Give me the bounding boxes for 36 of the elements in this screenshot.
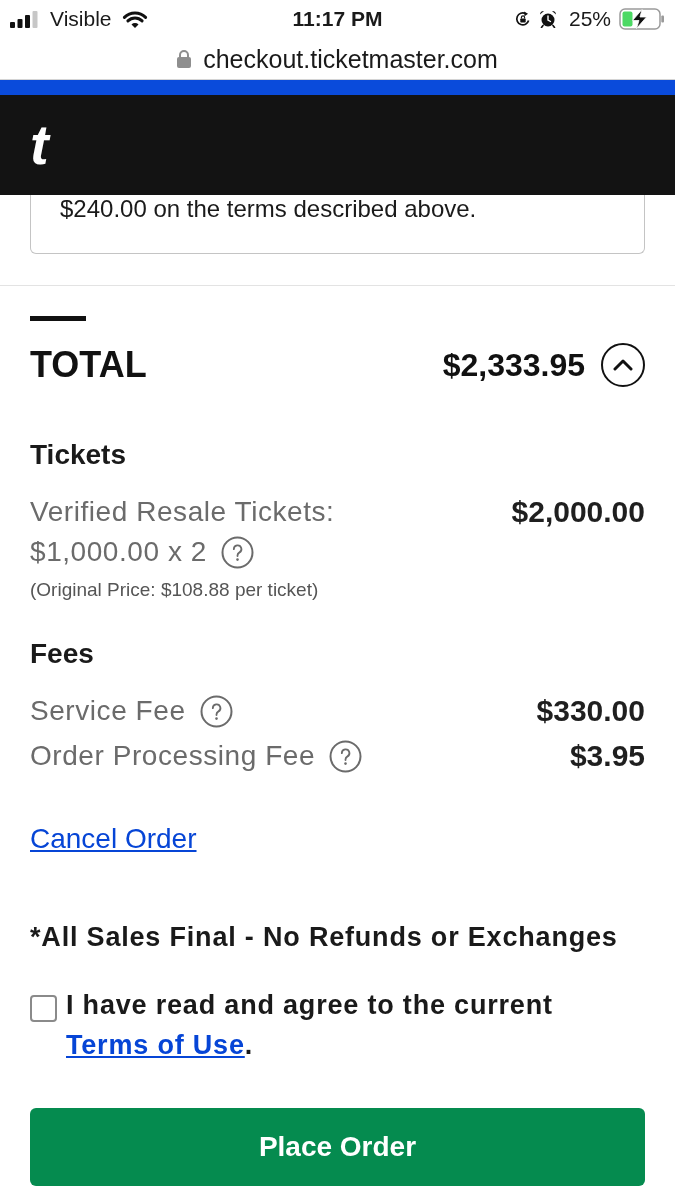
terms-text: $240.00 on the terms described above. [60, 195, 478, 223]
total-amount: $2,333.95 [442, 346, 585, 385]
line-item-amount: $330.00 [536, 693, 645, 729]
section-heading: Fees [30, 637, 95, 671]
agree-checkbox[interactable] [30, 995, 57, 1022]
alarm-clock-icon [538, 10, 557, 28]
total-label: TOTAL [30, 343, 147, 387]
place-order-button[interactable]: Place Order [30, 1108, 645, 1186]
help-icon[interactable] [221, 535, 254, 569]
rotation-lock-icon [514, 11, 531, 27]
line-item-label: Service Fee [30, 694, 186, 728]
url-text[interactable]: checkout.ticketmaster.com [203, 43, 498, 74]
signal-icon [10, 10, 38, 28]
line-item-amount: $2,000.00 [511, 494, 645, 530]
agreement-text: I have read and agree to the current Terms of Use. [66, 989, 554, 1062]
section-marker [30, 316, 86, 321]
line-item-label: Order Processing Fee [30, 739, 316, 773]
help-icon[interactable] [199, 694, 233, 728]
lock-icon [177, 49, 192, 68]
collapse-button[interactable] [601, 343, 645, 387]
battery-percent: 25% [568, 7, 611, 31]
line-item-amount: $3.95 [569, 738, 645, 774]
line-item-label: Verified Resale Tickets: [30, 495, 335, 529]
terms-of-use-link[interactable]: Terms of Use [66, 1030, 245, 1060]
original-price-note: (Original Price: $108.88 per ticket) [30, 578, 320, 602]
battery-charging-icon [619, 8, 665, 30]
wifi-icon [122, 9, 149, 29]
clock-time: 11:17 PM [292, 7, 383, 31]
unit-price-text: $1,000.00 x 2 [30, 535, 207, 569]
cancel-order-link[interactable]: Cancel Order [30, 821, 197, 857]
site-logo[interactable]: t [30, 115, 49, 175]
chevron-up-icon [613, 359, 633, 371]
section-heading: Tickets [30, 438, 127, 472]
help-icon[interactable] [329, 739, 363, 773]
carrier-name: Visible [50, 7, 112, 31]
sales-final-notice: *All Sales Final - No Refunds or Exchanges [30, 921, 619, 954]
